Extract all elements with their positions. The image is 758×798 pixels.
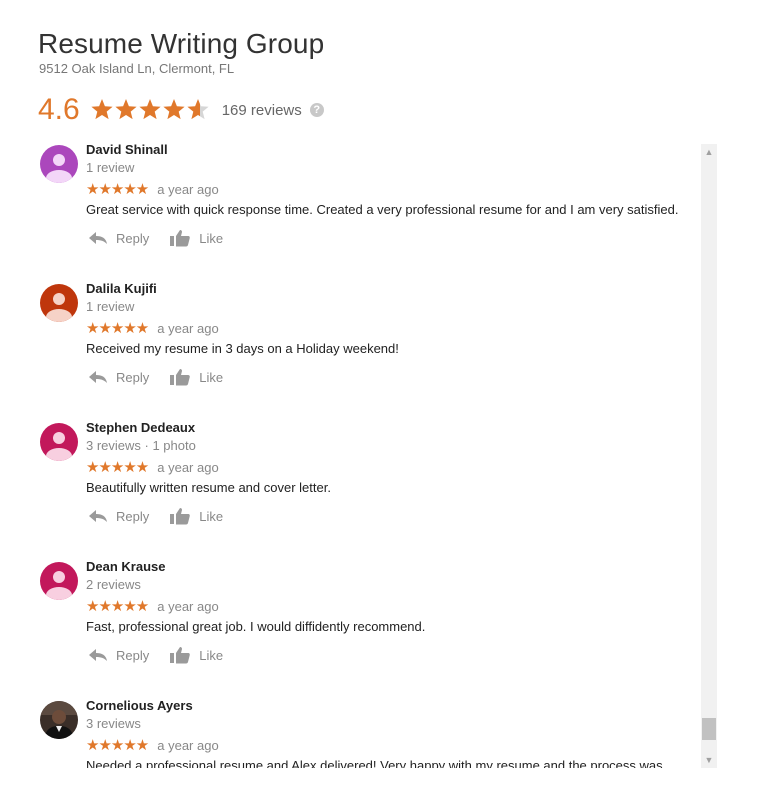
review-stars: ★★★★★ [86,181,149,198]
review-rating: ★★★★★ a year ago [86,738,219,753]
reviewer-meta: 1 review [86,299,135,314]
reply-button[interactable]: Reply [88,370,149,385]
reply-button[interactable]: Reply [88,648,149,663]
review-rating: ★★★★★ a year ago [86,321,219,336]
reply-icon [89,232,107,244]
reviewer-name[interactable]: David Shinall [86,142,168,157]
review-rating: ★★★★★ a year ago [86,460,219,475]
rating-stars [90,98,210,122]
help-icon[interactable]: ? [309,103,324,117]
review-date: a year ago [157,738,219,753]
review-text: Needed a professional resume and Alex de… [86,758,663,768]
reply-button[interactable]: Reply [88,509,149,524]
review-date: a year ago [157,321,219,336]
rating-summary: 4.6 169 reviews ? [38,92,324,128]
reviewer-name[interactable]: Dalila Kujifi [86,281,157,296]
like-label: Like [199,230,224,246]
review-text: Great service with quick response time. … [86,202,679,217]
reply-icon [89,371,107,383]
avatar[interactable] [40,145,78,183]
star-icon [187,99,209,120]
review-stars: ★★★★★ [86,737,149,754]
reviewer-meta: 1 review [86,160,135,175]
avatar[interactable] [40,701,78,739]
thumbs-up-icon [170,230,191,247]
review-actions: Reply Like [88,507,223,525]
star-icon [115,99,137,120]
reply-label: Reply [116,508,150,524]
like-button[interactable]: Like [169,646,223,664]
rating-value: 4.6 [38,93,80,126]
star-icon [91,99,113,120]
like-button[interactable]: Like [169,368,223,386]
reviewer-name[interactable]: Stephen Dedeaux [86,420,195,435]
business-name: Resume Writing Group [38,28,325,59]
like-label: Like [199,647,224,663]
like-button[interactable]: Like [169,507,223,525]
review-text: Received my resume in 3 days on a Holida… [86,341,399,356]
like-label: Like [199,369,224,385]
business-address: 9512 Oak Island Ln, Clermont, FL [39,61,235,76]
review-count-link[interactable]: 169 reviews [222,102,302,119]
scrollbar[interactable]: ▲ ▼ [701,144,717,768]
review-stars: ★★★★★ [86,459,149,476]
thumbs-up-icon [170,508,191,525]
reviewer-name[interactable]: Cornelious Ayers [86,698,193,713]
like-label: Like [199,508,224,524]
reply-label: Reply [116,647,150,663]
reviewer-meta: 3 reviews · 1 photo [86,438,196,453]
reviewer-name[interactable]: Dean Krause [86,559,165,574]
thumbs-up-icon [170,647,191,664]
review-date: a year ago [157,460,219,475]
review-rating: ★★★★★ a year ago [86,599,219,614]
avatar[interactable] [40,562,78,600]
scroll-down-icon[interactable]: ▼ [701,752,717,768]
scroll-up-icon[interactable]: ▲ [701,144,717,160]
star-icon [139,99,161,120]
review-actions: Reply Like [88,368,223,386]
review-stars: ★★★★★ [86,320,149,337]
review-date: a year ago [157,182,219,197]
reply-label: Reply [116,230,150,246]
review-actions: Reply Like [88,229,223,247]
review-text: Beautifully written resume and cover let… [86,480,331,495]
reviews-list[interactable]: David Shinall 1 review ★★★★★ a year ago … [30,140,700,768]
avatar[interactable] [40,284,78,322]
review-stars: ★★★★★ [86,598,149,615]
reply-button[interactable]: Reply [88,231,149,246]
reviewer-meta: 2 reviews [86,577,141,592]
avatar[interactable] [40,423,78,461]
review-rating: ★★★★★ a year ago [86,182,219,197]
review-text: Fast, professional great job. I would di… [86,619,426,634]
review-actions: Reply Like [88,646,223,664]
thumbs-up-icon [170,369,191,386]
reply-icon [89,649,107,661]
star-icon [163,99,185,120]
scrollbar-thumb[interactable] [702,718,716,740]
reply-label: Reply [116,369,150,385]
reply-icon [89,510,107,522]
review-date: a year ago [157,599,219,614]
reviewer-meta: 3 reviews [86,716,141,731]
like-button[interactable]: Like [169,229,223,247]
